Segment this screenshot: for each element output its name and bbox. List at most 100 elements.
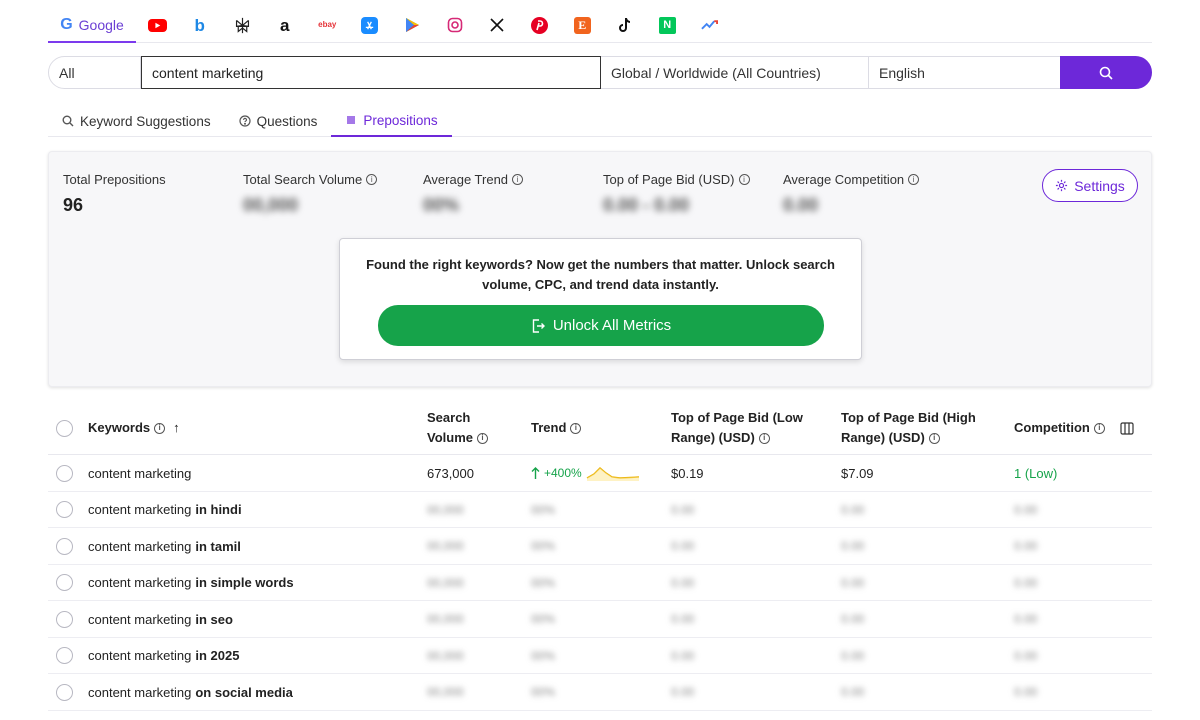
amazon-icon: a [280,15,290,35]
column-header-bid-low[interactable]: Top of Page Bid (Low Range) (USD) i [671,401,803,455]
platform-tab-app-store[interactable] [349,8,392,43]
category-select[interactable]: All [49,57,141,88]
row-checkbox[interactable] [56,683,73,701]
trend-cell-blurred: 00% [531,575,556,590]
search-volume-cell-blurred: 00,000 [427,502,464,517]
keyword-cell: content marketing in 2025 [88,638,239,674]
info-icon[interactable]: i [1093,422,1105,434]
platform-tab-youtube[interactable] [136,8,179,43]
info-icon[interactable]: i [908,174,920,185]
row-checkbox[interactable] [56,647,73,664]
bing-icon: b [194,15,205,35]
unlock-all-metrics-button[interactable]: Unlock All Metrics [378,305,824,346]
keyword-preposition: in 2025 [195,648,240,663]
locked-rows: content marketing in hindi 00,000 00% 0.00 0.… [48,492,1152,711]
keyword-base: content marketing [88,611,192,627]
bid-high-cell-blurred: 0.00 [841,685,865,699]
column-header-competition[interactable]: Competition i [1014,401,1105,455]
app-store-icon [361,16,379,34]
row-checkbox[interactable] [56,464,73,482]
search-volume-cell-blurred: 00,000 [427,612,464,626]
trend-cell-blurred: 00% [531,648,556,663]
platform-tab-amazon[interactable]: a [264,8,307,43]
table-row[interactable]: content marketing in tamil 00,000 00% 0.00 0.… [48,528,1152,565]
row-checkbox[interactable] [56,574,73,591]
country-select[interactable]: Global / Worldwide (All Countries) [601,57,869,88]
table-row[interactable]: content marketing in hindi 00,000 00% 0.00 0.… [48,492,1152,528]
row-checkbox[interactable] [56,501,73,518]
select-all-checkbox[interactable] [56,419,73,437]
trend-sparkline [586,467,639,481]
column-header-trend[interactable]: Trend i [531,401,582,455]
ebay-icon: ebay [318,20,337,29]
platform-tab-x[interactable] [476,8,519,43]
info-icon[interactable]: i [154,422,166,434]
tab-label: Questions [256,113,318,129]
bid-low-cell-blurred: 0.00 [671,502,695,517]
table-row[interactable]: content marketing in 2025 00,000 00% 0.00 0.0… [48,638,1152,674]
tab-questions[interactable]: Questions [225,105,332,137]
pinterest-icon [531,16,549,34]
platform-tab-pinterest[interactable] [519,8,562,43]
keyword-preposition: in tamil [195,538,241,554]
info-icon[interactable]: i [477,432,488,444]
platform-tab-naver[interactable]: N [646,8,689,43]
bid-high-cell-blurred: 0.00 [841,539,865,553]
row-checkbox[interactable] [56,610,73,628]
info-icon[interactable]: i [928,432,940,444]
language-select[interactable]: English [869,57,1060,88]
info-icon[interactable]: i [366,174,378,185]
settings-button[interactable]: Settings [1042,169,1138,202]
info-icon[interactable]: i [570,422,582,434]
keyword-search-input[interactable] [141,56,601,89]
search-volume-cell-blurred: 00,000 [427,648,464,663]
platform-tab-etsy[interactable]: E [561,8,604,43]
search-volume-cell: 673,000 [427,465,474,481]
info-icon[interactable]: i [512,174,524,185]
platform-tab-bing[interactable]: b [179,8,222,43]
platform-tab-ebay[interactable]: ebay [306,8,349,43]
column-label: Range) (USD) [841,430,925,445]
youtube-icon [147,18,167,32]
tab-keyword-suggestions[interactable]: Keyword Suggestions [48,105,225,137]
platform-tab-google-play[interactable] [391,8,434,43]
stat-total-search-volume: Total Search Volume i 00,000 [243,172,378,216]
sort-arrow-icon[interactable]: ↑ [173,418,180,438]
platform-tab-perplexity[interactable] [221,8,264,43]
trend-cell-blurred: 00% [531,539,556,553]
search-button[interactable] [1060,56,1152,89]
row-checkbox[interactable] [56,537,73,555]
column-header-keywords[interactable]: Keywords i ↑ [88,401,180,455]
stats-panel: Total Prepositions 96 Total Search Volum… [48,151,1152,387]
column-header-search-volume[interactable]: Search Volume i [427,401,488,455]
table-row[interactable]: content marketing on social media 00,000 00… [48,674,1152,711]
column-chooser-button[interactable] [1120,401,1134,455]
info-icon[interactable]: i [758,432,770,444]
competition-cell: 1 (Low) [1014,465,1058,481]
x-twitter-icon [489,17,506,34]
tab-prepositions[interactable]: Prepositions [331,105,452,137]
platform-tab-google[interactable]: G Google [48,8,136,43]
table-row[interactable]: content marketing 673,000 +400% $0.19 $7… [48,455,1152,492]
platform-google-label: Google [78,16,124,33]
table-row[interactable]: content marketing in seo 00,000 00% 0.00 0.00… [48,601,1152,638]
trend-cell-blurred: 00% [531,685,556,699]
info-icon[interactable]: i [738,174,750,185]
competition-cell-blurred: 0.00 [1014,502,1038,517]
stat-label: Top of Page Bid (USD) [603,172,735,187]
column-label: Search [427,410,471,425]
competition-cell-blurred: 0.00 [1014,685,1038,699]
platform-tab-tiktok[interactable] [604,8,647,43]
etsy-icon: E [573,16,591,34]
table-row[interactable]: content marketing in simple words 00,000 00… [48,565,1152,601]
search-bar: All Global / Worldwide (All Countries) E… [48,56,1152,89]
platform-tab-instagram[interactable] [434,8,477,43]
bid-high-cell-blurred: 0.00 [841,575,865,590]
column-label: Range) (USD) [671,430,755,445]
stat-value: 96 [63,195,84,215]
google-play-icon [404,17,421,34]
keyword-cell: content marketing on social media [88,674,293,710]
competition-cell-blurred: 0.00 [1014,539,1038,553]
column-header-bid-high[interactable]: Top of Page Bid (High Range) (USD) i [841,401,976,455]
platform-tab-trends[interactable] [689,8,732,43]
